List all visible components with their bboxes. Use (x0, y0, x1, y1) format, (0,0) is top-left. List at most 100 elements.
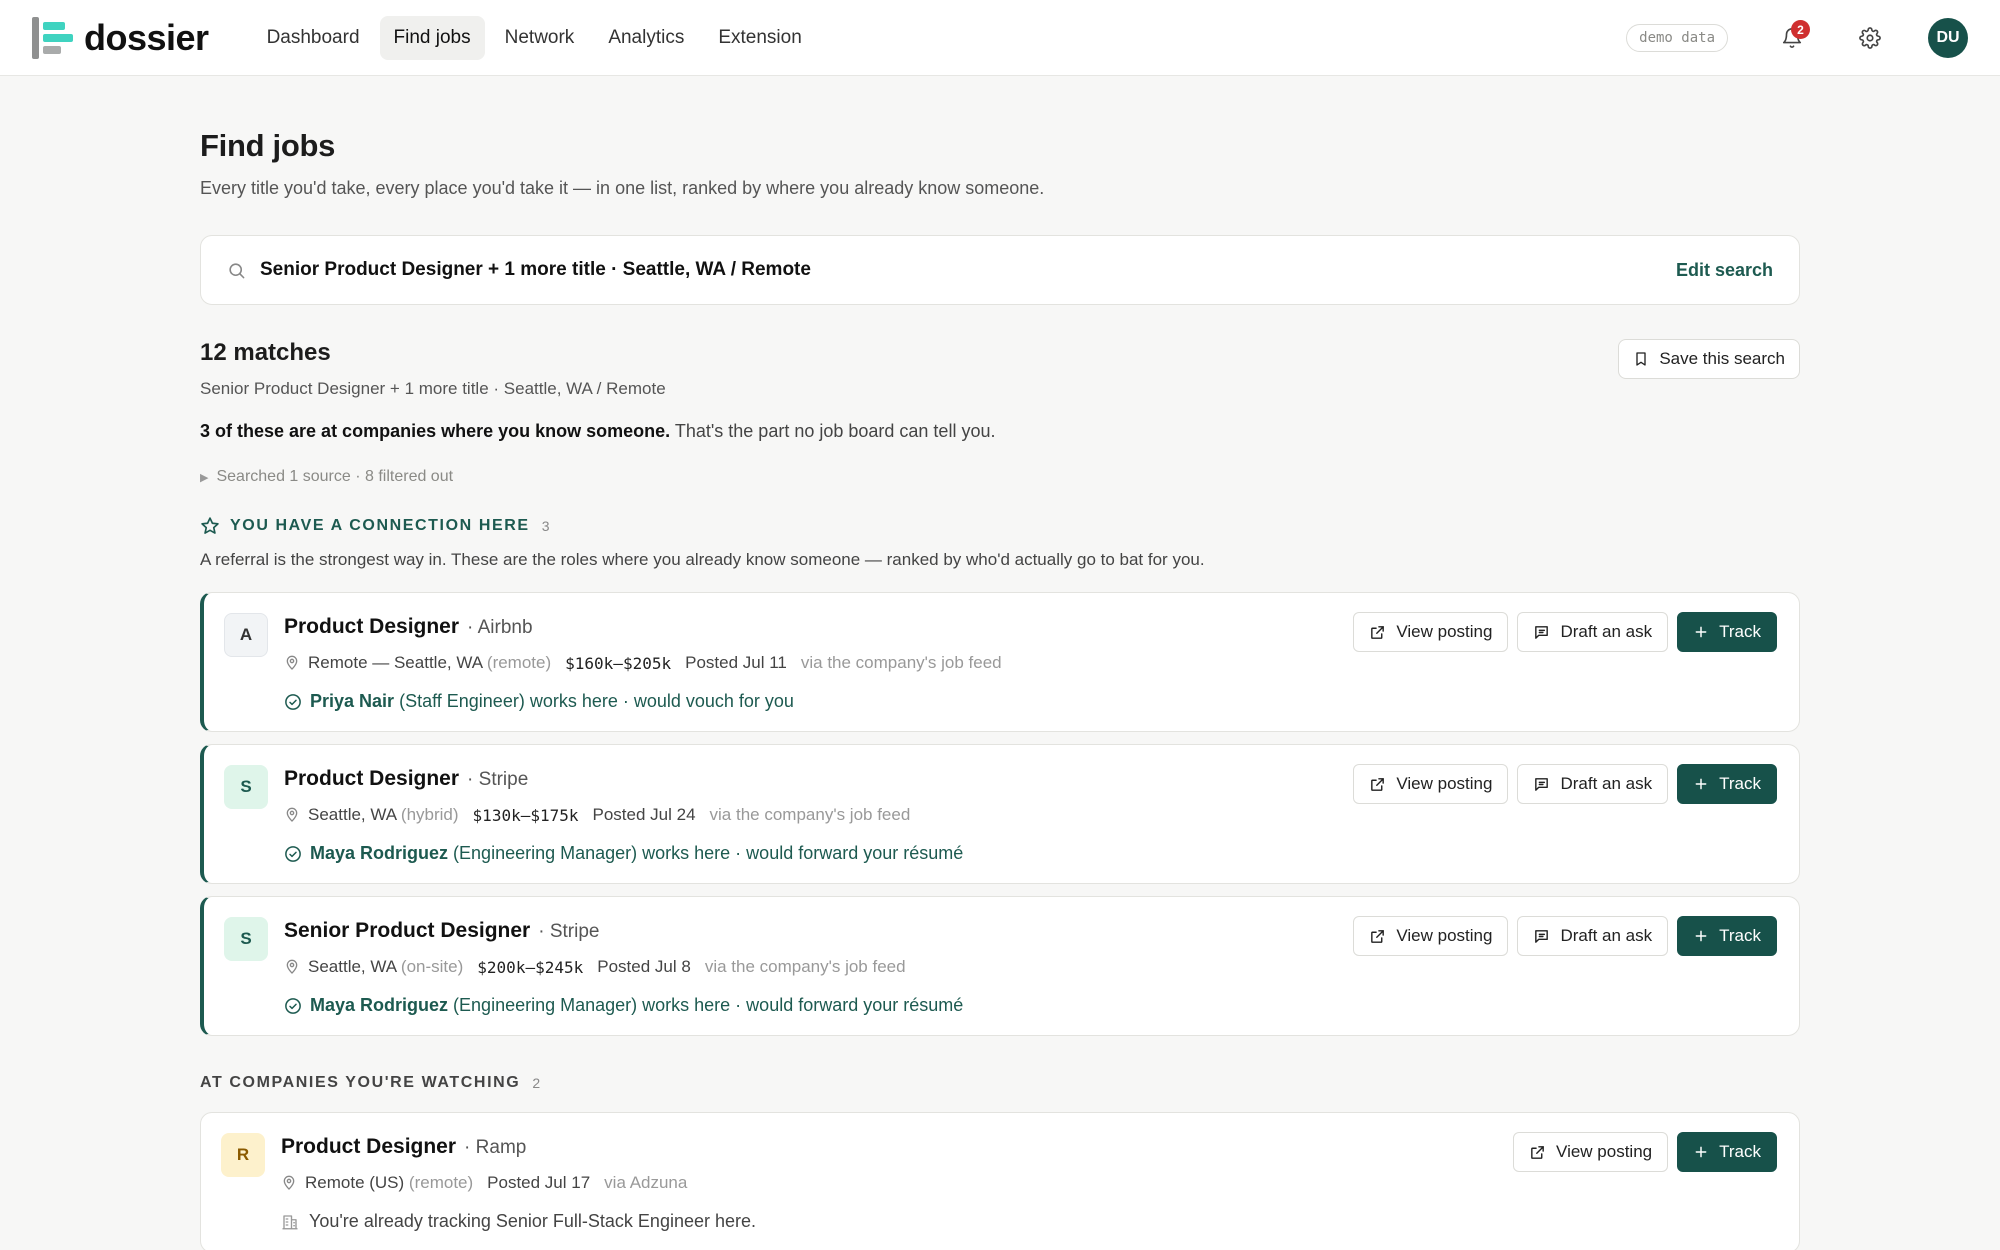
connection-note-bold: 3 of these are at companies where you kn… (200, 421, 671, 441)
message-square-icon (1535, 929, 1549, 943)
location-pin-icon (281, 1174, 297, 1192)
plus-icon (1695, 778, 1707, 790)
top-navigation-bar: dossier Dashboard Find jobs Network Anal… (0, 0, 2000, 76)
nav-network[interactable]: Network (491, 16, 589, 60)
contact-name[interactable]: Maya Rodriguez (310, 995, 448, 1016)
contact-detail: (Engineering Manager) works here · would… (453, 843, 964, 863)
save-search-button[interactable]: Save this search (1618, 339, 1800, 379)
connection-section-label: YOU HAVE A CONNECTION HERE (230, 517, 530, 534)
job-work-mode: (hybrid) (400, 805, 459, 824)
connection-line: Priya Nair (Staff Engineer) works here ·… (284, 691, 1002, 712)
nav-analytics[interactable]: Analytics (594, 16, 698, 60)
results-header: 12 matches Senior Product Designer + 1 m… (200, 339, 1800, 442)
check-circle-icon (285, 693, 301, 710)
job-location: Seattle, WA (308, 805, 397, 824)
dossier-logo-icon (32, 16, 74, 59)
contact-detail: (Engineering Manager) works here · would… (453, 995, 964, 1015)
results-query-summary: Senior Product Designer + 1 more title ·… (200, 379, 666, 398)
job-card[interactable]: S Senior Product Designer · Stripe Seatt… (200, 896, 1800, 1036)
demo-data-pill: demo data (1626, 24, 1728, 52)
job-location: Remote — Seattle, WA (308, 653, 483, 672)
job-company: · Ramp (464, 1137, 527, 1158)
connection-line: Maya Rodriguez (Engineering Manager) wor… (284, 995, 963, 1016)
message-square-icon (1535, 625, 1549, 639)
contact-name[interactable]: Maya Rodriguez (310, 843, 448, 864)
job-actions: View posting Track (1513, 1132, 1777, 1172)
connection-section-description: A referral is the strongest way in. Thes… (200, 550, 1205, 569)
job-actions: View posting Draft an ask Track (1353, 612, 1777, 652)
job-location: Remote (US) (305, 1173, 405, 1192)
draft-ask-label: Draft an ask (1560, 774, 1653, 793)
view-posting-button[interactable]: View posting (1513, 1132, 1669, 1172)
external-link-icon (1371, 777, 1385, 791)
company-initial-badge: R (221, 1133, 265, 1177)
edit-search-link[interactable]: Edit search (1676, 260, 1773, 281)
track-label: Track (1719, 926, 1761, 945)
job-title[interactable]: Senior Product Designer (284, 919, 530, 943)
track-button[interactable]: Track (1677, 612, 1777, 652)
job-source: via Adzuna (604, 1173, 688, 1192)
notifications-button[interactable]: 2 (1772, 18, 1812, 58)
connection-line: Maya Rodriguez (Engineering Manager) wor… (284, 843, 963, 864)
brand[interactable]: dossier (32, 16, 209, 59)
job-company: · Stripe (467, 769, 529, 790)
gear-icon (1859, 27, 1881, 49)
job-card[interactable]: S Product Designer · Stripe Seattle, WA … (200, 744, 1800, 884)
bookmark-icon (1636, 352, 1646, 366)
view-posting-button[interactable]: View posting (1353, 612, 1509, 652)
contact-detail: (Staff Engineer) works here · would vouc… (399, 691, 794, 711)
tracking-info-line: You're already tracking Senior Full-Stac… (281, 1211, 756, 1232)
job-company: · Stripe (538, 921, 600, 942)
job-actions: View posting Draft an ask Track (1353, 916, 1777, 956)
job-salary: $200k–$245k (477, 957, 584, 977)
job-card[interactable]: A Product Designer · Airbnb Remote — Sea… (200, 592, 1800, 732)
draft-ask-label: Draft an ask (1560, 622, 1653, 641)
connection-note: 3 of these are at companies where you kn… (200, 421, 1800, 442)
external-link-icon (1371, 929, 1385, 943)
job-work-mode: (remote) (486, 653, 552, 672)
user-avatar[interactable]: DU (1928, 18, 1968, 58)
job-actions: View posting Draft an ask Track (1353, 764, 1777, 804)
job-source: via the company's job feed (709, 805, 911, 824)
search-icon (229, 262, 245, 278)
job-salary: $160k–$205k (565, 653, 672, 673)
notification-count-badge: 2 (1791, 20, 1810, 39)
job-salary: $130k–$175k (472, 805, 579, 825)
job-title[interactable]: Product Designer (284, 767, 459, 791)
view-posting-label: View posting (1396, 774, 1493, 793)
sources-disclosure[interactable]: ▶ Searched 1 source · 8 filtered out (200, 468, 1800, 486)
connection-section-header: YOU HAVE A CONNECTION HERE 3 (200, 516, 1800, 536)
nav-extension[interactable]: Extension (704, 16, 815, 60)
job-card[interactable]: R Product Designer · Ramp Remote (US) (r… (200, 1112, 1800, 1250)
draft-ask-button[interactable]: Draft an ask (1517, 916, 1669, 956)
view-posting-label: View posting (1396, 926, 1493, 945)
track-button[interactable]: Track (1677, 764, 1777, 804)
nav-dashboard[interactable]: Dashboard (253, 16, 374, 60)
contact-name[interactable]: Priya Nair (310, 691, 394, 712)
external-link-icon (1531, 1145, 1544, 1159)
matches-count: 12 matches (200, 339, 331, 366)
external-link-icon (1371, 625, 1385, 639)
track-button[interactable]: Track (1677, 916, 1777, 956)
company-initial-badge: S (224, 765, 268, 809)
watching-section-header: AT COMPANIES YOU'RE WATCHING 2 (200, 1074, 1800, 1092)
job-title[interactable]: Product Designer (284, 615, 459, 639)
view-posting-button[interactable]: View posting (1353, 916, 1509, 956)
job-posted-date: Posted Jul 11 (685, 653, 787, 672)
tracking-info-text: You're already tracking Senior Full-Stac… (309, 1211, 757, 1231)
search-summary-card[interactable]: Senior Product Designer + 1 more title ·… (200, 235, 1800, 305)
building-icon (282, 1214, 298, 1229)
settings-button[interactable] (1850, 18, 1890, 58)
search-summary-text: Senior Product Designer + 1 more title ·… (260, 259, 811, 280)
track-button[interactable]: Track (1677, 1132, 1777, 1172)
view-posting-button[interactable]: View posting (1353, 764, 1509, 804)
draft-ask-button[interactable]: Draft an ask (1517, 764, 1669, 804)
top-right-controls: demo data 2 DU (1626, 0, 1968, 76)
draft-ask-button[interactable]: Draft an ask (1517, 612, 1669, 652)
check-circle-icon (285, 845, 301, 862)
caret-right-icon: ▶ (200, 471, 209, 484)
nav-find-jobs[interactable]: Find jobs (379, 15, 485, 60)
track-label: Track (1719, 1142, 1761, 1161)
job-title[interactable]: Product Designer (281, 1135, 456, 1159)
check-circle-icon (285, 997, 301, 1014)
